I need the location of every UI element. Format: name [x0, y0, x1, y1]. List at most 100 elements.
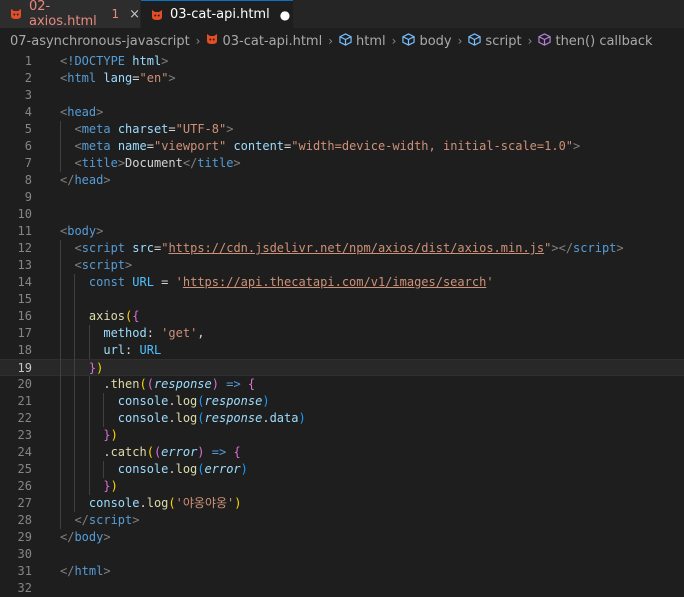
- line-number: 3: [24, 88, 32, 102]
- breadcrumb-html[interactable]: html: [339, 32, 386, 50]
- code-line[interactable]: 10: [0, 206, 684, 223]
- code-token: .: [168, 411, 176, 425]
- code-line[interactable]: 27 console.log('야옹야옹'): [0, 495, 684, 512]
- code-token: <: [74, 139, 82, 153]
- code-line[interactable]: 2 <html lang="en">: [0, 70, 684, 87]
- code-token: head: [67, 105, 97, 119]
- code-token: .: [60, 445, 111, 459]
- unsaved-dot-icon[interactable]: ●: [280, 8, 290, 22]
- code-text: </script>: [60, 512, 139, 529]
- code-line[interactable]: 30: [0, 546, 684, 563]
- code-token: lang: [103, 71, 133, 85]
- code-token: log: [175, 462, 198, 476]
- code-line[interactable]: 14 const URL = 'https://api.thecatapi.co…: [0, 274, 684, 291]
- code-token: script: [81, 241, 126, 255]
- tab-label: 02-axios.html: [29, 0, 97, 29]
- line-number: 11: [17, 224, 32, 238]
- indent-guide: [60, 121, 61, 172]
- code-token: (: [197, 411, 205, 425]
- code-line[interactable]: 6 <meta name="viewport" content="width=d…: [0, 138, 684, 155]
- code-token: ': [175, 275, 183, 289]
- code-line[interactable]: 12 <script src="https://cdn.jsdelivr.net…: [0, 240, 684, 257]
- indent-guide: [88, 325, 90, 359]
- code-line[interactable]: 1 <!DOCTYPE html>: [0, 53, 684, 70]
- breadcrumb-body[interactable]: body: [402, 32, 452, 50]
- breadcrumb-script[interactable]: script: [468, 32, 522, 50]
- chevron-right-icon: ›: [457, 34, 463, 48]
- code-line[interactable]: 31 </html>: [0, 563, 684, 580]
- code-token: error: [161, 445, 198, 459]
- code-token: !DOCTYPE: [67, 54, 126, 68]
- code-line[interactable]: 23 }): [0, 427, 684, 444]
- line-number: 21: [17, 394, 32, 408]
- code-line[interactable]: 18 url: URL: [0, 342, 684, 359]
- code-line[interactable]: 11 <body>: [0, 223, 684, 240]
- code-token: ,: [197, 326, 205, 340]
- line-number: 32: [17, 581, 32, 595]
- code-token: "width=device-width, initial-scale=1.0": [291, 139, 574, 153]
- code-token: ): [240, 462, 248, 476]
- code-token: url: [103, 343, 126, 357]
- code-line[interactable]: 4 <head>: [0, 104, 684, 121]
- breadcrumb-folder[interactable]: 07-asynchronous-javascript: [10, 34, 190, 49]
- code-token: </: [74, 513, 89, 527]
- code-token: 'get': [161, 326, 198, 340]
- code-line[interactable]: 19 }): [0, 359, 684, 376]
- code-token: >: [168, 71, 176, 85]
- code-line[interactable]: 24 .catch((error) => {: [0, 444, 684, 461]
- line-number: 13: [17, 258, 32, 272]
- code-line[interactable]: 26 }): [0, 478, 684, 495]
- code-line[interactable]: 7 <title>Document</title>: [0, 155, 684, 172]
- code-token: log: [146, 496, 169, 510]
- code-text: <title>Document</title>: [60, 155, 240, 172]
- breadcrumb-callback[interactable]: then() callback: [538, 32, 653, 50]
- code-text: <head>: [60, 104, 103, 121]
- line-number: 10: [17, 207, 32, 221]
- html-file-icon: [10, 8, 22, 20]
- code-line[interactable]: 16 axios({: [0, 308, 684, 325]
- code-line[interactable]: 3: [0, 87, 684, 104]
- code-token: response: [153, 377, 212, 391]
- code-line[interactable]: 13 <script>: [0, 257, 684, 274]
- code-text: }): [60, 360, 103, 377]
- breadcrumb-file[interactable]: 03-cat-api.html: [206, 33, 322, 49]
- code-token: console: [88, 496, 140, 510]
- code-token: response: [204, 411, 263, 425]
- close-tab-icon[interactable]: ×: [129, 7, 140, 22]
- code-token: "viewport": [153, 139, 227, 153]
- breadcrumb: 07-asynchronous-javascript › 03-cat-api.…: [0, 30, 684, 52]
- indent-guide: [103, 461, 105, 478]
- line-number: 14: [17, 275, 32, 289]
- code-text: const URL = 'https://api.thecatapi.com/v…: [60, 274, 494, 291]
- code-line[interactable]: 15: [0, 291, 684, 308]
- code-line[interactable]: 28 </script>: [0, 512, 684, 529]
- code-line[interactable]: 20 .then((response) => {: [0, 376, 684, 393]
- tab-03-cat-api[interactable]: 03-cat-api.html ●: [141, 0, 293, 28]
- code-line[interactable]: 29 </body>: [0, 529, 684, 546]
- code-line[interactable]: 17 method: 'get',: [0, 325, 684, 342]
- code-token: html: [74, 564, 104, 578]
- code-token: >: [226, 122, 234, 136]
- html-file-icon: [151, 9, 163, 21]
- html-file-icon: [206, 33, 218, 49]
- code-token: https://cdn.jsdelivr.net/npm/axios/dist/…: [168, 241, 545, 255]
- code-line[interactable]: 32: [0, 580, 684, 597]
- code-text: <!DOCTYPE html>: [60, 53, 168, 70]
- code-token: </: [60, 564, 75, 578]
- code-token: =>: [211, 445, 227, 459]
- line-number: 29: [17, 530, 32, 544]
- line-number: 15: [17, 292, 32, 306]
- code-line[interactable]: 8 </head>: [0, 172, 684, 189]
- tab-02-axios[interactable]: 02-axios.html 1 ×: [0, 0, 140, 29]
- indent-guide: [74, 274, 76, 512]
- code-token: title: [197, 156, 234, 170]
- code-token: :: [146, 326, 162, 340]
- code-line[interactable]: 5 <meta charset="UTF-8">: [0, 121, 684, 138]
- code-editor[interactable]: 1 <!DOCTYPE html> 2 <html lang="en"> 3 4 <head…: [0, 52, 684, 595]
- code-line[interactable]: 9: [0, 189, 684, 206]
- code-token: >: [103, 173, 111, 187]
